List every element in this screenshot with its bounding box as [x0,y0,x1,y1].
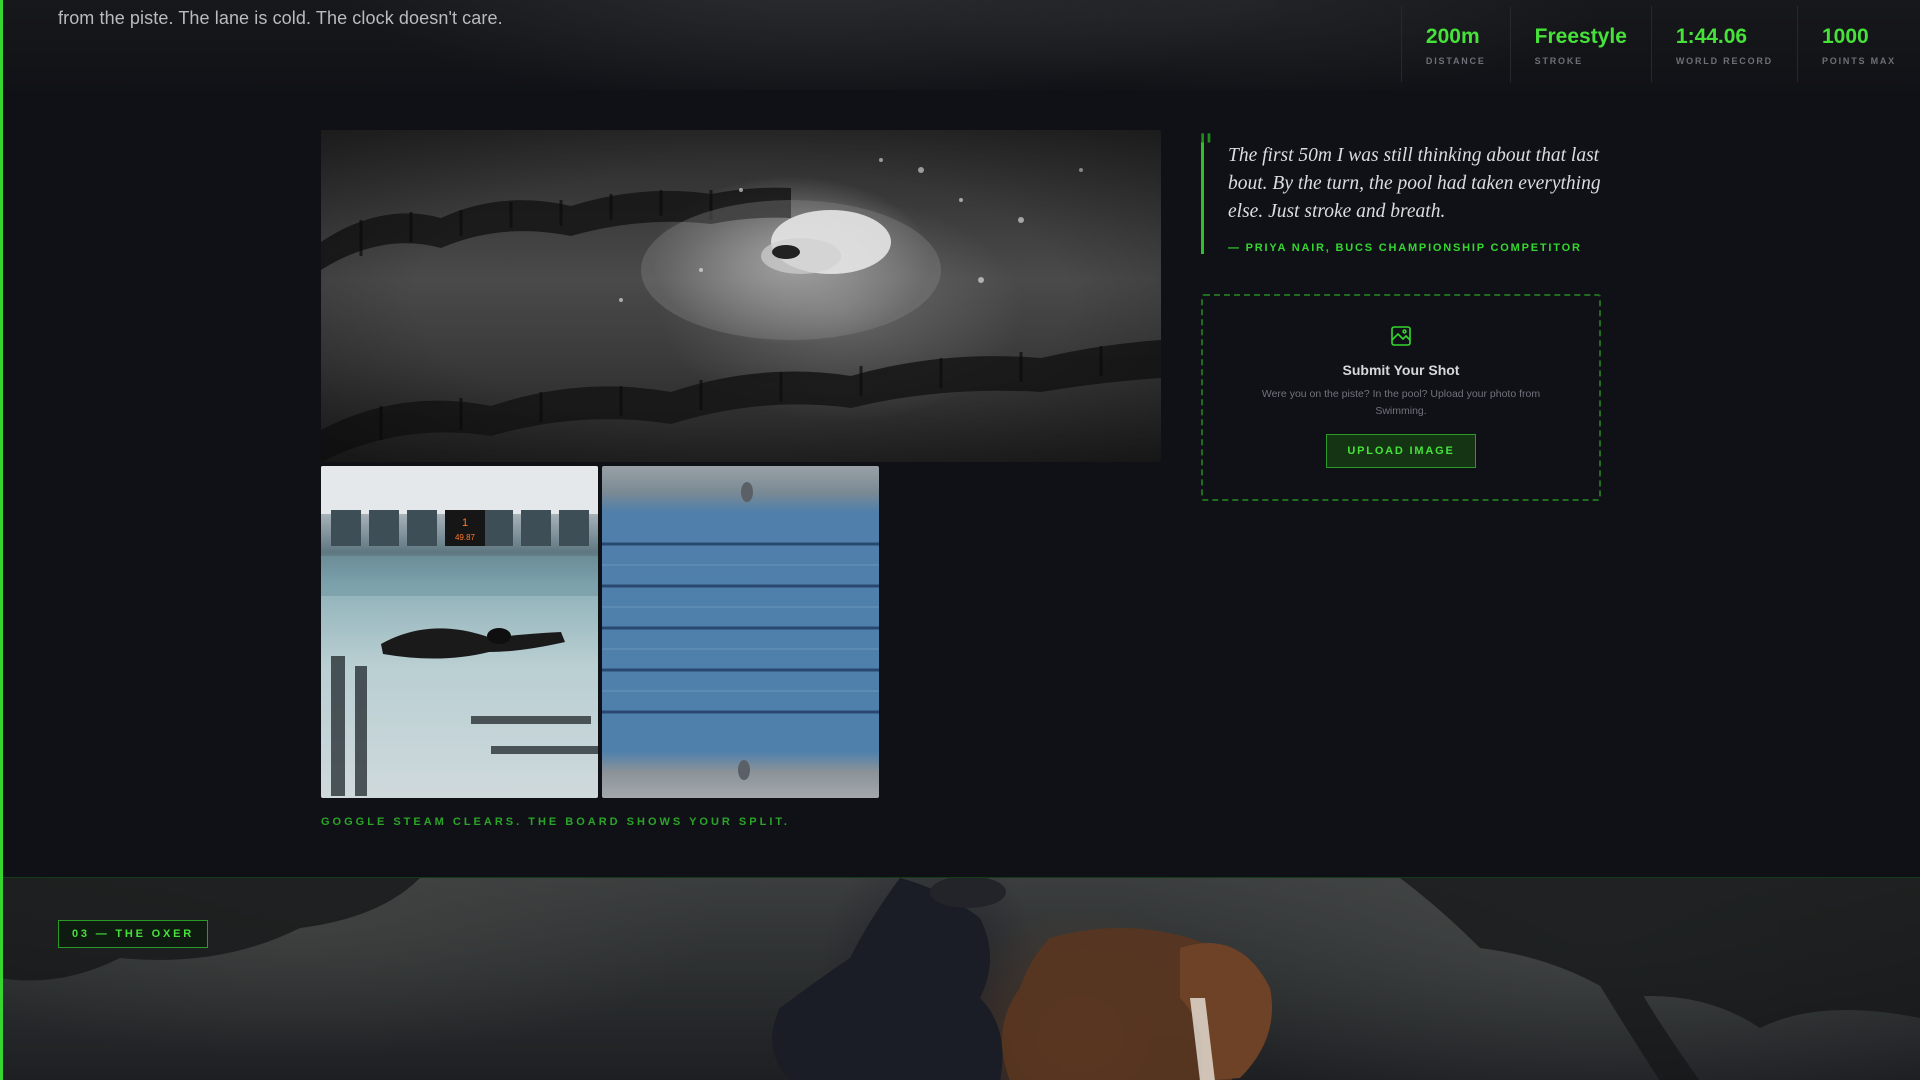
quote-text: The first 50m I was still thinking about… [1228,145,1601,222]
quote-attribution: — PRIYA NAIR, BUCS CHAMPIONSHIP COMPETIT… [1228,242,1582,254]
pull-quote: " The first 50m I was still thinking abo… [1198,130,1611,254]
upload-image-button[interactable]: UPLOAD IMAGE [1326,434,1476,468]
stat-value: 1:44.06 [1675,25,1748,48]
photo-pool-lanes-overhead[interactable] [602,466,879,798]
hero-strip: from the piste. The lane is cold. The cl… [0,0,1920,90]
stat-value: 1000 [1821,25,1869,48]
image-icon [1389,324,1413,348]
page: from the piste. The lane is cold. The cl… [0,0,1920,1080]
stat-distance: 200m DISTANCE [1400,6,1510,82]
stat-label: WORLD RECORD [1675,56,1773,66]
pool-lanes-illustration [602,482,879,780]
hero-intro-text: from the piste. The lane is cold. The cl… [58,8,503,28]
submit-shot-card[interactable]: Submit Your Shot Were you on the piste? … [1201,294,1601,501]
stat-points-max: 1000 POINTS MAX [1796,6,1920,82]
photo-underwater-swimmer[interactable]: 1 49.87 [321,466,598,798]
section-the-oxer [0,877,1920,1080]
stat-world-record: 1:44.06 WORLD RECORD [1650,6,1797,82]
scoreboard-lane: 1 [462,517,468,529]
stat-value: 200m [1425,25,1480,48]
underwater-illustration: 1 49.87 [321,466,598,796]
photo-swimmer-splash[interactable] [321,130,1161,462]
stat-label: POINTS MAX [1821,56,1896,66]
stat-stroke: Freestyle STROKE [1509,6,1651,82]
upload-description: Were you on the piste? In the pool? Uplo… [1261,388,1541,417]
stat-label: DISTANCE [1425,56,1486,66]
upload-title: Submit Your Shot [1342,362,1460,378]
scoreboard-time: 49.87 [455,533,476,542]
accent-rail [0,0,3,1080]
swimmer-splash-illustration [321,158,1161,462]
gallery-caption: GOGGLE STEAM CLEARS. THE BOARD SHOWS YOU… [321,816,790,828]
section-tag-the-oxer: 03 — THE OXER [58,920,208,948]
stats-bar: 200m DISTANCE Freestyle STROKE 1:44.06 W… [1400,6,1920,82]
stat-value: Freestyle [1534,25,1627,48]
equestrian-illustration [0,878,1920,1080]
stat-label: STROKE [1534,56,1583,66]
quote-mark-icon: " [1198,127,1214,167]
